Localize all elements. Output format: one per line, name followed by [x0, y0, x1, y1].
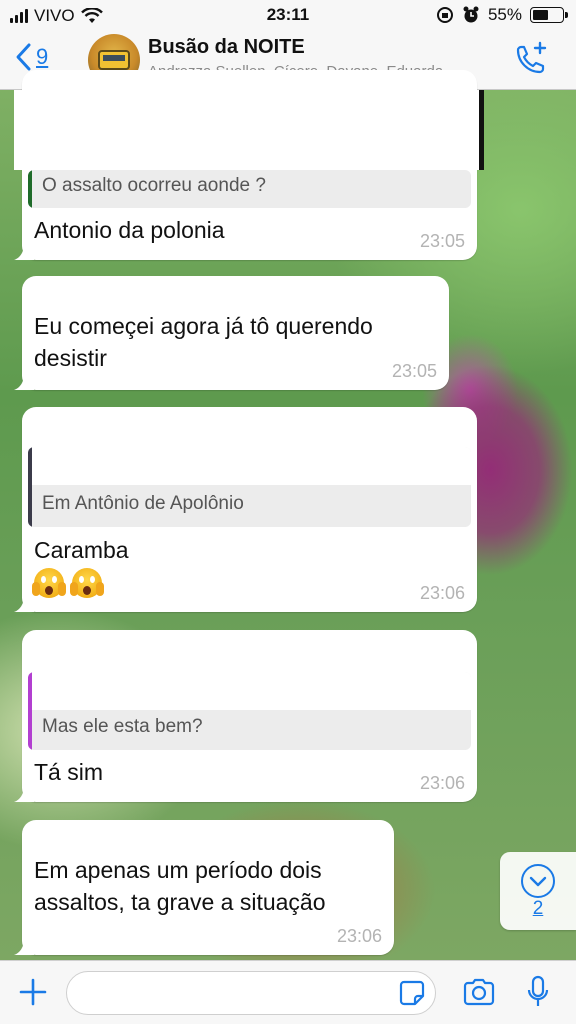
bubble-tail [14, 244, 34, 260]
status-bar: VIVO 23:11 55% [0, 0, 576, 30]
sticker-icon[interactable] [398, 979, 426, 1007]
plus-icon[interactable] [18, 977, 48, 1007]
bubble-tail [14, 596, 34, 612]
message-bubble[interactable]: Eu começei agora já tô querendo desistir… [14, 276, 449, 390]
quoted-media [14, 90, 484, 170]
quote-bar [28, 170, 32, 208]
message-time: 23:06 [419, 583, 465, 603]
back-button[interactable]: 9 [14, 42, 48, 72]
message-time: 23:06 [419, 773, 465, 793]
add-call-icon[interactable] [510, 40, 550, 80]
message-text: Caramba [34, 537, 129, 563]
composer-bar [0, 960, 576, 1024]
message-time: 23:06 [336, 926, 382, 946]
chevron-left-icon [16, 43, 31, 71]
alarm-icon [463, 6, 479, 23]
bus-image [98, 50, 130, 70]
bubble-tail [14, 786, 34, 802]
message-bubble[interactable]: Mas ele esta bem? Tá sim 23:06 [14, 630, 477, 802]
quoted-media [32, 672, 471, 710]
microphone-icon[interactable] [526, 975, 550, 1009]
battery-percent: 55% [487, 5, 522, 24]
group-name[interactable]: Busão da NOITE [148, 36, 305, 59]
camera-icon[interactable] [462, 977, 496, 1007]
quoted-message[interactable]: Mas ele esta bem? [28, 672, 471, 750]
message-bubble[interactable]: Em Antônio de Apolônio Caramba 23:06 [14, 407, 477, 612]
unread-chats-count: 9 [36, 44, 49, 69]
face-screaming-in-fear-icon [32, 568, 66, 598]
message-bubble[interactable]: O assalto ocorreu aonde ? Antonio da pol… [14, 70, 484, 260]
message-text: Em apenas um período dois assaltos, ta g… [34, 857, 326, 915]
battery-fill [533, 10, 549, 20]
unread-count: 2 [532, 898, 544, 919]
message-time: 23:05 [419, 231, 465, 251]
scroll-to-bottom-button[interactable]: 2 [500, 852, 576, 930]
battery-icon [530, 7, 568, 23]
status-right: 55% [436, 5, 568, 25]
message-input[interactable] [66, 971, 436, 1015]
orientation-lock-icon [436, 7, 453, 23]
bubble-tail [14, 374, 34, 390]
quoted-text: Em Antônio de Apolônio [42, 493, 244, 514]
bubble-tail [14, 939, 34, 955]
message-text: Antonio da polonia [34, 217, 225, 243]
quoted-text: O assalto ocorreu aonde ? [42, 175, 266, 196]
chevron-down-icon [521, 864, 555, 898]
message-text: Tá sim [34, 759, 103, 785]
quoted-message[interactable]: O assalto ocorreu aonde ? [28, 170, 471, 208]
emoji-row [32, 568, 106, 598]
message-text: Eu começei agora já tô querendo desistir [34, 313, 373, 371]
message-bubble[interactable]: Em apenas um período dois assaltos, ta g… [14, 820, 394, 955]
quoted-text: Mas ele esta bem? [42, 716, 203, 737]
quoted-message[interactable]: Em Antônio de Apolônio [28, 447, 471, 527]
message-time: 23:05 [391, 361, 437, 381]
face-screaming-in-fear-icon [70, 568, 105, 598]
quoted-media [32, 447, 471, 485]
